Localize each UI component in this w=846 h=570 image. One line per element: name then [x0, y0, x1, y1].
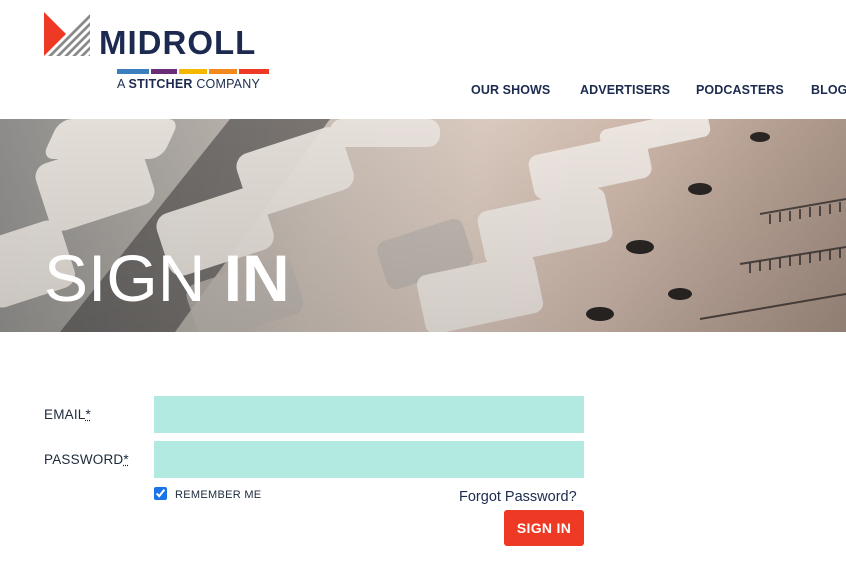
hero-banner: SIGN IN	[0, 119, 846, 332]
nav-item-podcasters[interactable]: PODCASTERS	[696, 83, 784, 97]
tagline-stitcher: STITCHER	[128, 77, 193, 91]
email-label: EMAIL*	[44, 407, 91, 422]
midroll-logo-mark-icon	[44, 12, 92, 58]
nav-item-advertisers[interactable]: ADVERTISERS	[580, 83, 670, 97]
tagline-prefix: A	[117, 77, 129, 91]
site-header: MIDROLL A STITCHER COMPANY OUR SHOWS ADV…	[0, 0, 846, 119]
email-required-marker: *	[85, 407, 91, 422]
forgot-password-link[interactable]: Forgot Password?	[459, 489, 577, 505]
nav-item-blog[interactable]: BLOG	[811, 83, 846, 97]
password-field[interactable]	[154, 441, 584, 478]
password-label: PASSWORD*	[44, 452, 129, 467]
nav-item-our-shows[interactable]: OUR SHOWS	[471, 83, 550, 97]
page-title: SIGN IN	[44, 245, 290, 311]
logo-tagline: A STITCHER COMPANY	[117, 78, 260, 91]
email-label-text: EMAIL	[44, 407, 86, 422]
sign-in-button[interactable]: SIGN IN	[504, 510, 584, 546]
remember-me-label[interactable]: REMEMBER ME	[175, 489, 261, 501]
page-title-bold: IN	[223, 241, 290, 315]
page-title-light: SIGN	[44, 241, 224, 315]
logo-wordmark: MIDROLL	[99, 24, 257, 61]
midroll-logo[interactable]: MIDROLL A STITCHER COMPANY	[44, 12, 274, 94]
password-label-text: PASSWORD	[44, 452, 124, 467]
remember-me-checkbox[interactable]	[154, 487, 167, 500]
password-required-marker: *	[123, 452, 129, 467]
email-field[interactable]	[154, 396, 584, 433]
logo-color-stripes	[117, 69, 269, 74]
tagline-suffix: COMPANY	[192, 77, 260, 91]
